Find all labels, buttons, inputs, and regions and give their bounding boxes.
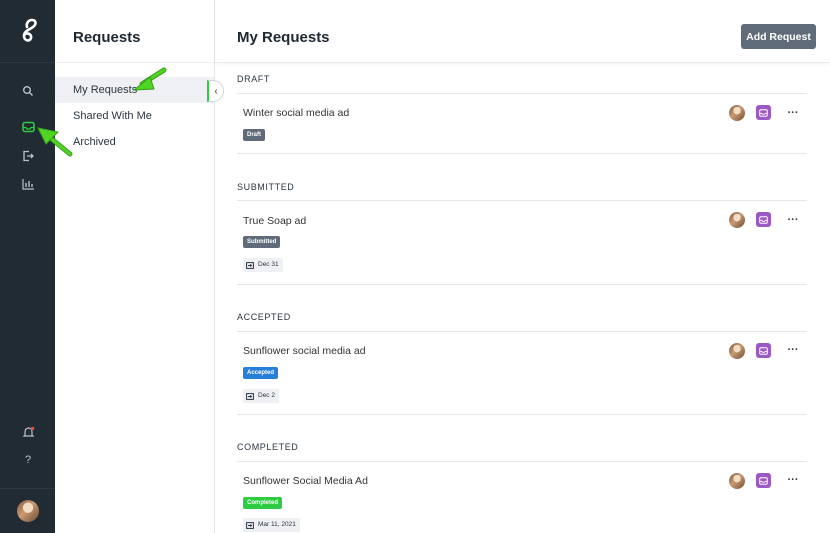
inbox-icon (759, 108, 768, 117)
status-badge: Submitted (243, 236, 281, 248)
avatar (729, 212, 745, 228)
sidebar-item-shared-with-me[interactable]: Shared With Me (55, 103, 214, 129)
divider (237, 414, 807, 415)
section-heading-accepted: ACCEPTED (237, 312, 291, 322)
search-icon[interactable] (19, 82, 37, 100)
section-heading-submitted: SUBMITTED (237, 182, 295, 192)
avatar (16, 500, 39, 522)
avatar (729, 343, 745, 359)
request-title[interactable]: True Soap ad (243, 215, 306, 227)
sidebar-title: Requests (73, 29, 141, 46)
status-badge: Draft (243, 129, 266, 141)
divider (237, 331, 807, 332)
avatar (729, 105, 745, 121)
user-menu[interactable] (0, 488, 55, 533)
app-logo[interactable] (0, 0, 55, 63)
divider (55, 62, 214, 63)
due-date-icon (246, 521, 254, 529)
inbox-icon (759, 476, 768, 485)
inbox-icon (759, 215, 768, 224)
due-date-chip: Mar 11, 2021 (243, 518, 300, 532)
more-options-button[interactable]: ··· (786, 108, 800, 120)
inbox-action-button[interactable] (756, 105, 771, 120)
avatar (729, 473, 745, 489)
more-options-button[interactable]: ··· (786, 345, 800, 357)
due-date-chip: Dec 31 (243, 258, 283, 272)
annotation-arrow-icon (132, 67, 167, 91)
due-date: Dec 31 (258, 261, 279, 268)
more-options-button[interactable]: ··· (786, 475, 800, 487)
section-heading-completed: COMPLETED (237, 442, 299, 452)
section-heading-draft: DRAFT (237, 74, 270, 84)
analytics-icon[interactable] (19, 175, 37, 193)
divider (237, 200, 807, 201)
page-title: My Requests (237, 29, 330, 46)
divider (237, 93, 807, 94)
request-title[interactable]: Sunflower Social Media Ad (243, 475, 368, 487)
collapse-sidebar-button[interactable]: ‹ (207, 80, 224, 102)
app-rail: ? (0, 0, 55, 533)
annotation-arrow-icon (37, 127, 73, 157)
due-date-chip: Dec 2 (243, 389, 279, 403)
divider (237, 461, 807, 462)
divider (237, 153, 807, 154)
logo-icon (22, 18, 37, 42)
due-date-icon (246, 261, 254, 269)
main-header: My Requests Add Request (215, 0, 830, 63)
due-date: Dec 2 (258, 392, 275, 399)
add-request-button[interactable]: Add Request (741, 24, 816, 49)
inbox-action-button[interactable] (756, 343, 771, 358)
status-badge: Completed (243, 497, 283, 509)
chevron-left-icon: ‹ (214, 85, 218, 97)
more-options-button[interactable]: ··· (786, 215, 800, 227)
help-icon[interactable]: ? (19, 451, 37, 469)
due-date-icon (246, 392, 254, 400)
inbox-action-button[interactable] (756, 473, 771, 488)
inbox-icon (759, 346, 768, 355)
request-title[interactable]: Sunflower social media ad (243, 345, 366, 357)
inbox-action-button[interactable] (756, 212, 771, 227)
divider (237, 284, 807, 285)
due-date: Mar 11, 2021 (258, 521, 296, 528)
notification-bell-icon[interactable] (19, 423, 37, 441)
request-title[interactable]: Winter social media ad (243, 107, 349, 119)
status-badge: Accepted (243, 367, 279, 379)
sidebar-item-archived[interactable]: Archived (55, 129, 214, 155)
